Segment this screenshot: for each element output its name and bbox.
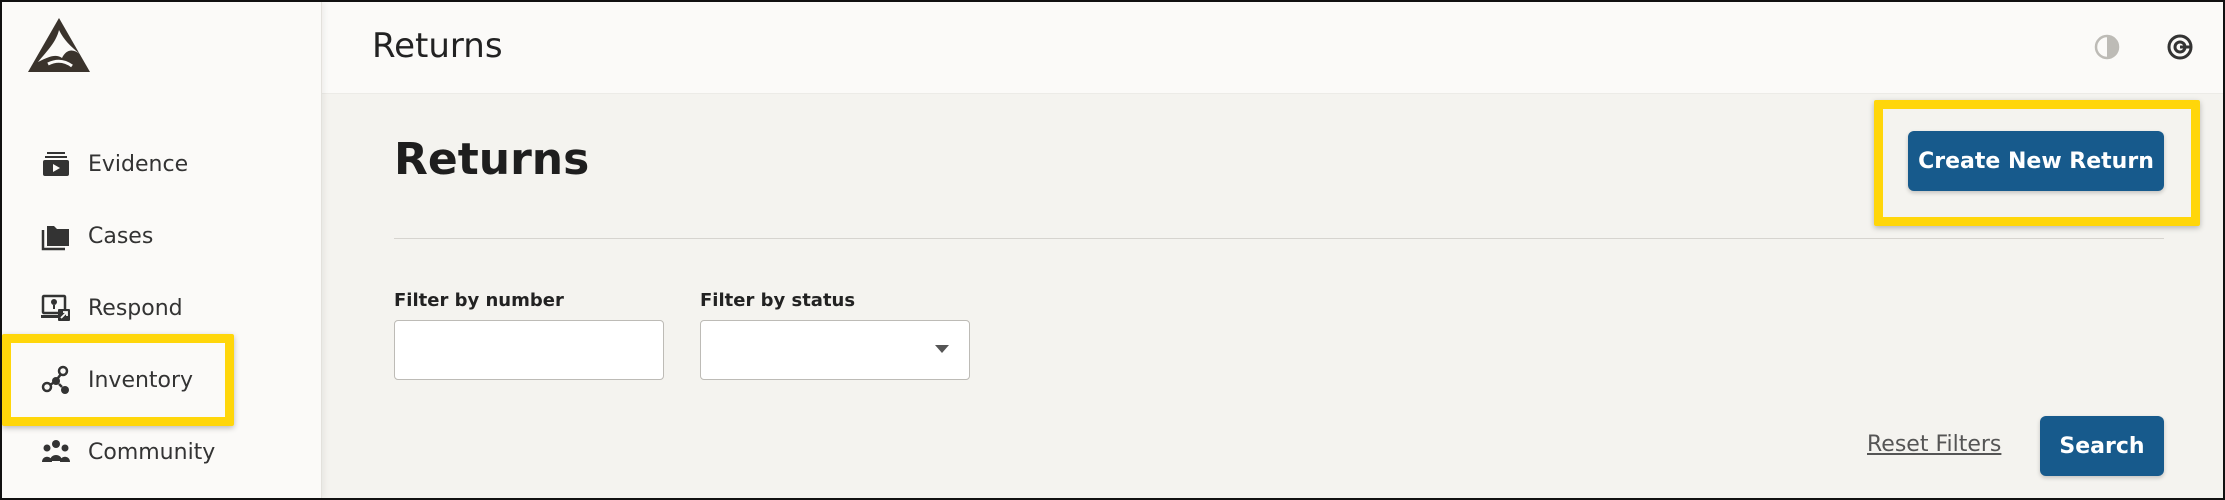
respond-icon — [40, 292, 72, 324]
create-new-return-button[interactable]: Create New Return — [1908, 131, 2164, 191]
filter-status-select[interactable] — [700, 320, 970, 380]
chevron-down-icon — [935, 345, 949, 353]
sidebar-item-cases[interactable]: Cases — [2, 200, 322, 272]
filter-number-label: Filter by number — [394, 290, 564, 311]
sidebar-item-label: Evidence — [88, 151, 189, 177]
top-header: Returns — [322, 2, 2223, 94]
sidebar-item-inventory[interactable]: Inventory — [2, 344, 322, 416]
filter-status-label: Filter by status — [700, 290, 856, 311]
sidebar-item-community[interactable]: Community — [2, 416, 322, 488]
evidence-icon — [40, 148, 72, 180]
header-title: Returns — [372, 26, 503, 66]
sidebar: Evidence Cases Respond Inventory Communi… — [2, 2, 322, 498]
sidebar-item-label: Respond — [88, 295, 183, 321]
contrast-icon[interactable] — [2092, 32, 2122, 62]
folder-icon — [40, 220, 72, 252]
community-icon — [40, 436, 72, 468]
account-icon[interactable] — [2165, 32, 2195, 62]
divider — [394, 238, 2164, 239]
sidebar-item-label: Cases — [88, 223, 154, 249]
sidebar-item-evidence[interactable]: Evidence — [2, 128, 322, 200]
filter-number-input[interactable] — [394, 320, 664, 380]
sidebar-item-label: Inventory — [88, 367, 194, 393]
page-title: Returns — [394, 134, 590, 185]
reset-filters-link[interactable]: Reset Filters — [1867, 432, 2001, 457]
sidebar-item-respond[interactable]: Respond — [2, 272, 322, 344]
search-button[interactable]: Search — [2040, 416, 2164, 476]
main-content: Returns Create New Return Filter by numb… — [322, 94, 2223, 498]
app-logo[interactable] — [26, 16, 92, 74]
sidebar-item-label: Community — [88, 439, 216, 465]
inventory-icon — [40, 364, 72, 396]
